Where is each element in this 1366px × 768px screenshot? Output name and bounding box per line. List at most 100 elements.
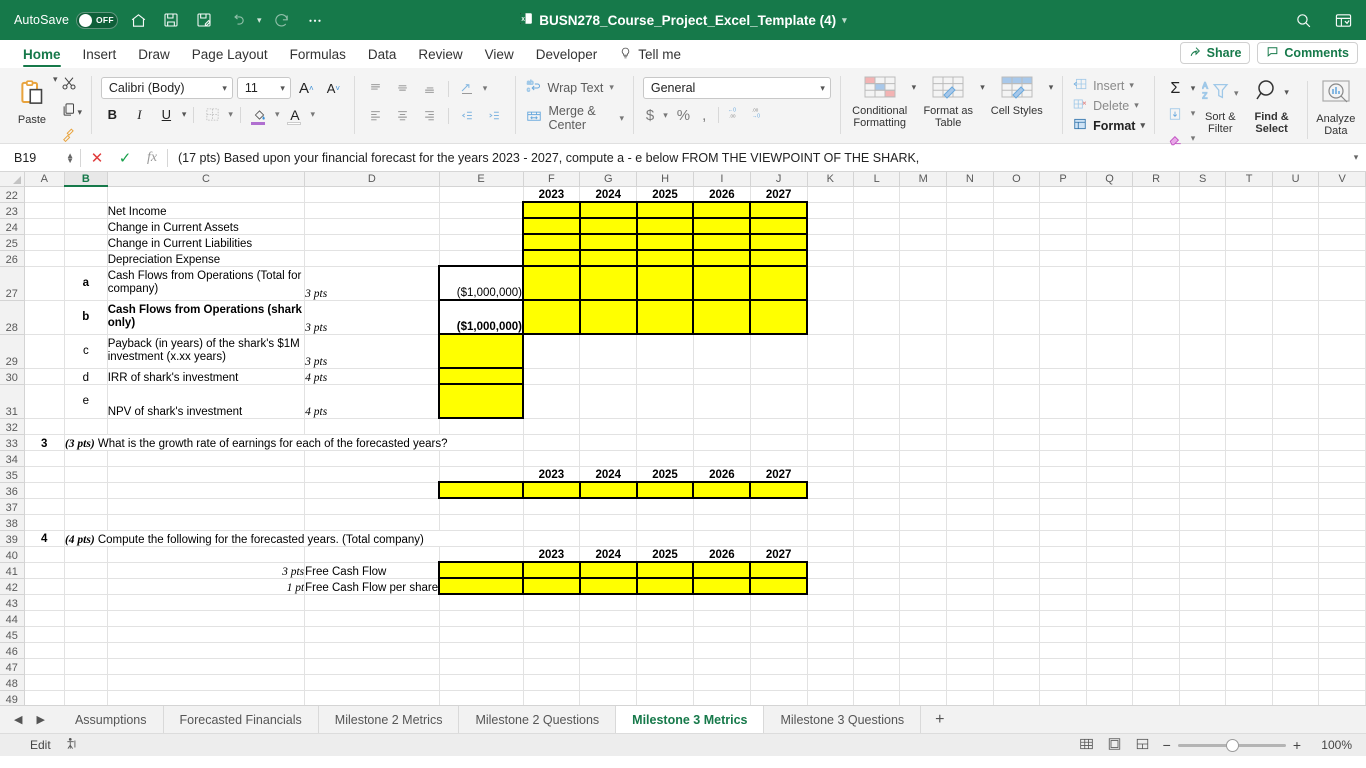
cell-Q44[interactable] <box>1086 610 1133 626</box>
cell-F42[interactable] <box>523 578 580 594</box>
cell-G32[interactable] <box>580 418 637 434</box>
zoom-track[interactable] <box>1178 744 1286 747</box>
cell-F26[interactable] <box>523 250 580 266</box>
cell-R38[interactable] <box>1133 514 1180 530</box>
cell-G49[interactable] <box>580 690 637 705</box>
cell-K25[interactable] <box>807 234 853 250</box>
cell-P31[interactable] <box>1040 384 1086 418</box>
cell-L47[interactable] <box>854 658 900 674</box>
cell-H27[interactable] <box>637 266 694 300</box>
italic-button[interactable]: I <box>128 104 151 125</box>
wrap-text-button[interactable]: abc Wrap Text ▾ <box>525 78 614 97</box>
cell-F36[interactable] <box>523 482 580 498</box>
cell-F23[interactable] <box>523 202 580 218</box>
cell-P30[interactable] <box>1040 368 1086 384</box>
cell-T33[interactable] <box>1226 434 1272 450</box>
cell-V36[interactable] <box>1319 482 1366 498</box>
cell-P49[interactable] <box>1040 690 1086 705</box>
cell-B26[interactable] <box>64 250 107 266</box>
cell-D24[interactable] <box>305 218 439 234</box>
format-as-table-chevron-down-icon[interactable]: ▾ <box>980 71 985 92</box>
cell-E47[interactable] <box>439 658 523 674</box>
save-icon[interactable] <box>158 7 184 33</box>
cell-G37[interactable] <box>580 498 637 514</box>
cell-D34[interactable] <box>305 450 439 466</box>
cell-T34[interactable] <box>1226 450 1272 466</box>
cell-U31[interactable] <box>1272 384 1319 418</box>
cell-M48[interactable] <box>900 674 947 690</box>
cell-N47[interactable] <box>947 658 994 674</box>
tab-draw[interactable]: Draw <box>127 40 181 68</box>
row-header-41[interactable]: 41 <box>0 562 24 578</box>
cell-S40[interactable] <box>1179 546 1225 562</box>
cell-C37[interactable] <box>107 498 304 514</box>
currency-format-icon[interactable]: $ <box>643 107 657 124</box>
cell-Q39[interactable] <box>1086 530 1133 546</box>
cell-B45[interactable] <box>64 626 107 642</box>
cell-U28[interactable] <box>1272 300 1319 334</box>
cell-O27[interactable] <box>993 266 1040 300</box>
sheet-tab-milestone-3-metrics[interactable]: Milestone 3 Metrics <box>616 706 764 733</box>
cell-N33[interactable] <box>947 434 994 450</box>
insert-cells-button[interactable]: Insert ▾ <box>1072 77 1134 94</box>
cell-A40[interactable] <box>24 546 64 562</box>
title-chevron-down-icon[interactable]: ▾ <box>842 16 847 25</box>
align-bottom-icon[interactable] <box>418 78 441 99</box>
row-header-34[interactable]: 34 <box>0 450 24 466</box>
cell-Q24[interactable] <box>1086 218 1133 234</box>
cell-L38[interactable] <box>854 514 900 530</box>
cell-S39[interactable] <box>1179 530 1225 546</box>
row-header-47[interactable]: 47 <box>0 658 24 674</box>
cell-S41[interactable] <box>1179 562 1225 578</box>
cell-U41[interactable] <box>1272 562 1319 578</box>
cell-T44[interactable] <box>1226 610 1272 626</box>
cell-P35[interactable] <box>1040 466 1086 482</box>
tab-view[interactable]: View <box>474 40 525 68</box>
row-header-36[interactable]: 36 <box>0 482 24 498</box>
cell-N25[interactable] <box>947 234 994 250</box>
cell-G31[interactable] <box>580 384 637 418</box>
cell-S29[interactable] <box>1179 334 1225 368</box>
cell-D48[interactable] <box>305 674 439 690</box>
cell-U32[interactable] <box>1272 418 1319 434</box>
cell-G25[interactable] <box>580 234 637 250</box>
cell-M49[interactable] <box>900 690 947 705</box>
spreadsheet-grid[interactable]: A B C D E F G H I J K L M N O P Q R S T … <box>0 172 1366 705</box>
cell-P41[interactable] <box>1040 562 1086 578</box>
cell-N23[interactable] <box>947 202 994 218</box>
cell-J48[interactable] <box>750 674 807 690</box>
cell-U33[interactable] <box>1272 434 1319 450</box>
cell-styles-chevron-down-icon[interactable]: ▾ <box>1049 71 1054 92</box>
cell-P25[interactable] <box>1040 234 1086 250</box>
col-header-U[interactable]: U <box>1272 172 1319 186</box>
cell-P37[interactable] <box>1040 498 1086 514</box>
cell-N26[interactable] <box>947 250 994 266</box>
cell-P45[interactable] <box>1040 626 1086 642</box>
cell-J38[interactable] <box>750 514 807 530</box>
cell-H25[interactable] <box>637 234 694 250</box>
cell-O30[interactable] <box>993 368 1040 384</box>
tab-review[interactable]: Review <box>407 40 473 68</box>
cell-B22[interactable] <box>64 186 107 202</box>
row-header-30[interactable]: 30 <box>0 368 24 384</box>
cell-L32[interactable] <box>854 418 900 434</box>
cell-V28[interactable] <box>1319 300 1366 334</box>
name-box[interactable]: B19 ▲▼ <box>6 148 78 168</box>
cell-A27[interactable] <box>24 266 64 300</box>
cell-J45[interactable] <box>750 626 807 642</box>
cell-R42[interactable] <box>1133 578 1180 594</box>
cell-E40[interactable] <box>439 546 523 562</box>
row-header-23[interactable]: 23 <box>0 202 24 218</box>
cell-I35[interactable]: 2026 <box>693 466 750 482</box>
cell-U22[interactable] <box>1272 186 1319 202</box>
cell-D23[interactable] <box>305 202 439 218</box>
cell-A36[interactable] <box>24 482 64 498</box>
cell-T24[interactable] <box>1226 218 1272 234</box>
cell-G33[interactable] <box>580 434 637 450</box>
cell-G30[interactable] <box>580 368 637 384</box>
cell-T48[interactable] <box>1226 674 1272 690</box>
cell-R49[interactable] <box>1133 690 1180 705</box>
cell-C40[interactable] <box>107 546 304 562</box>
cell-T42[interactable] <box>1226 578 1272 594</box>
comments-button[interactable]: Comments <box>1257 42 1358 64</box>
